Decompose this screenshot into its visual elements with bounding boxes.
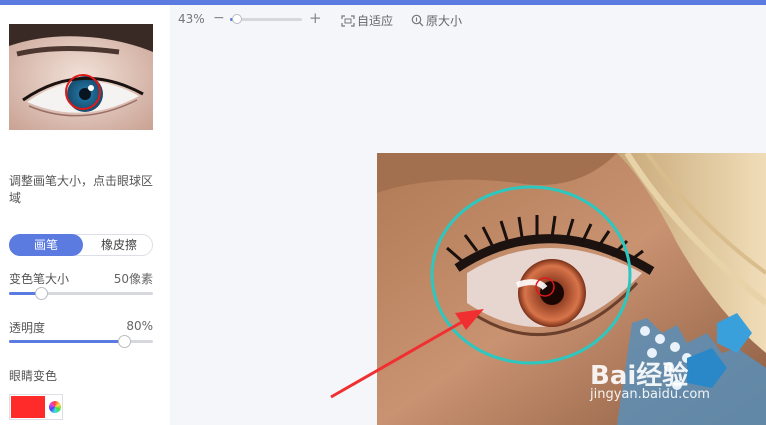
instruction-text: 调整画笔大小，点击眼球区域 [9, 174, 154, 205]
original-size-button[interactable]: 原大小 [411, 12, 462, 29]
watermark-url: jingyan.baidu.com [590, 387, 710, 402]
fit-to-screen-button[interactable]: 自适应 [341, 12, 393, 29]
eye-photo [377, 153, 766, 425]
tool-toggle: 画笔 橡皮擦 [9, 234, 153, 256]
brush-size-value: 50像素 [113, 272, 153, 286]
eye-color-swatch[interactable] [11, 396, 45, 418]
preview-thumbnail [9, 24, 153, 130]
zoom-handle[interactable] [232, 14, 243, 24]
opacity-value: 80% [126, 319, 153, 333]
fit-screen-icon [341, 15, 355, 27]
opacity-fill [9, 340, 125, 343]
baidu-watermark: Bai经验 jingyan.baidu.com [590, 355, 710, 402]
opacity-slider[interactable] [9, 335, 153, 348]
zoom-percentage: 43% [178, 12, 205, 26]
zoom-out-button[interactable]: − [213, 10, 225, 26]
color-wheel-icon[interactable] [49, 401, 61, 413]
tab-eraser[interactable]: 橡皮擦 [82, 234, 156, 256]
canvas-toolbar: 43% − + 自适应 原大小 [170, 5, 766, 33]
brush-size-slider[interactable] [9, 287, 153, 300]
brush-size-handle[interactable] [34, 287, 48, 300]
zoom-in-button[interactable]: + [309, 9, 322, 27]
opacity-label: 透明度 [9, 321, 46, 335]
fit-to-screen-label: 自适应 [357, 14, 394, 28]
sidebar: 调整画笔大小，点击眼球区域 画笔 橡皮擦 变色笔大小 50像素 透明度 80% … [0, 5, 170, 425]
opacity-handle[interactable] [118, 335, 132, 348]
tab-brush[interactable]: 画笔 [9, 234, 83, 256]
original-size-label: 原大小 [426, 14, 463, 28]
eye-color-label: 眼睛变色 [9, 369, 58, 383]
magnifier-icon [411, 14, 424, 27]
photo-canvas[interactable] [377, 153, 766, 425]
zoom-slider[interactable] [230, 14, 302, 24]
eye-color-picker[interactable] [9, 394, 63, 420]
brush-size-label: 变色笔大小 [9, 272, 70, 286]
